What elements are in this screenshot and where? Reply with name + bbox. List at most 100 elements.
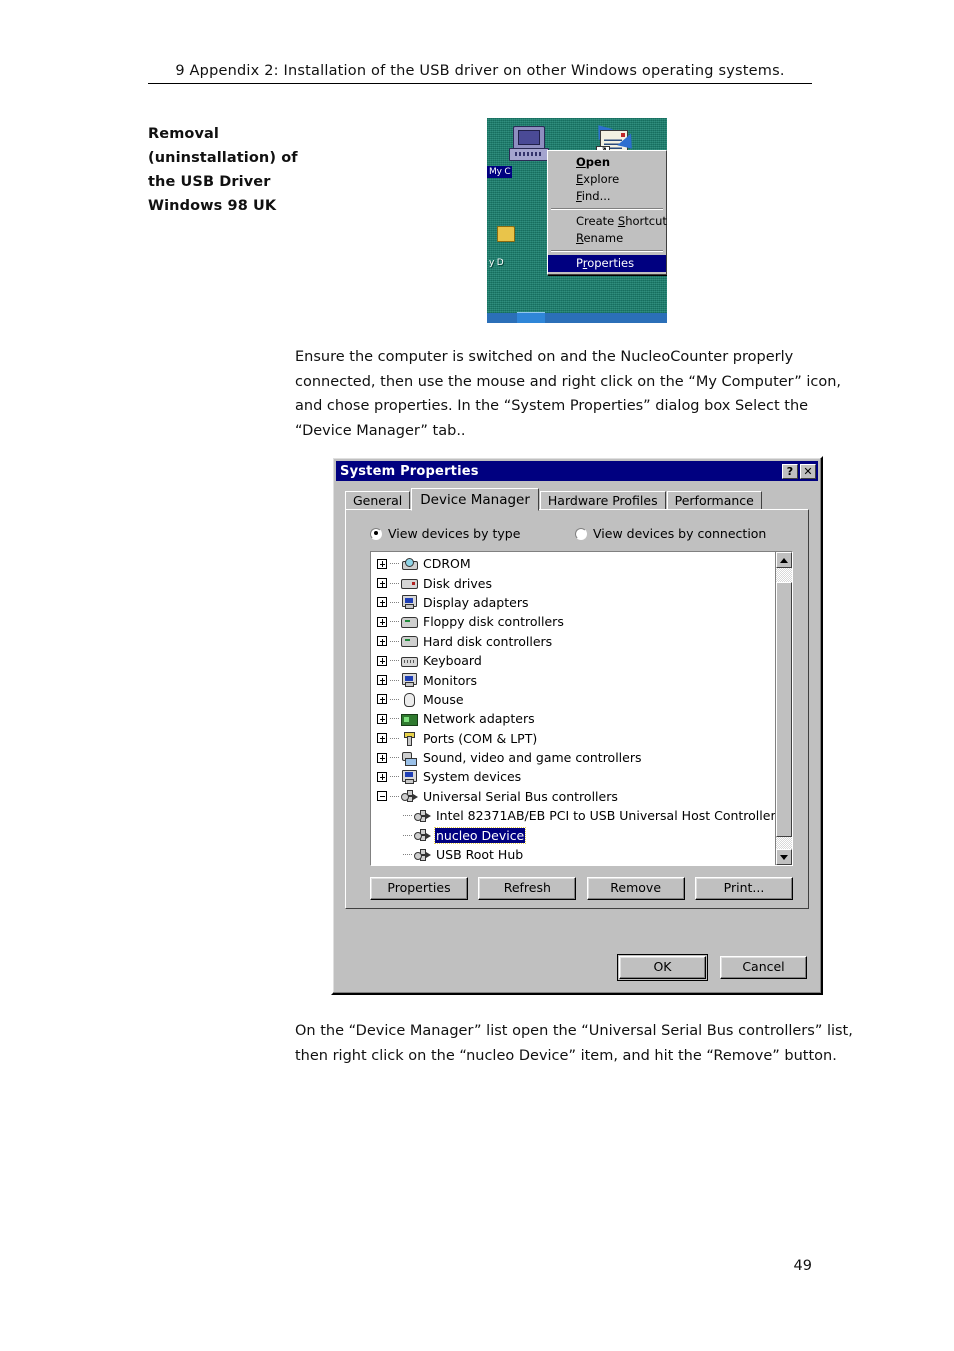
tree-row[interactable]: Mouse — [377, 690, 774, 709]
tree-row[interactable]: System devices — [377, 767, 774, 786]
expand-plus-icon[interactable] — [377, 771, 387, 782]
tree-label: USB Root Hub — [436, 847, 524, 863]
tree-row[interactable]: Keyboard — [377, 651, 774, 670]
context-menu-item-open[interactable]: Open — [548, 154, 666, 171]
radio-view-devices-by-type[interactable]: View devices by type — [370, 526, 575, 541]
tree-connector — [390, 621, 399, 623]
tree-row[interactable]: Intel 82371AB/EB PCI to USB Universal Ho… — [377, 806, 776, 825]
context-menu-item-explore[interactable]: Explore — [548, 171, 666, 188]
help-button[interactable]: ? — [782, 463, 798, 479]
print-button[interactable]: Print... — [694, 877, 793, 900]
disk-drive-icon — [401, 576, 418, 590]
tree-row[interactable]: Sound, video and game controllers — [377, 748, 774, 767]
tree-connector — [390, 757, 399, 759]
tree-label: Hard disk controllers — [423, 633, 553, 649]
tree-row[interactable]: Network adapters — [377, 709, 774, 728]
expand-plus-icon[interactable] — [377, 733, 387, 744]
tree-connector — [390, 795, 399, 797]
tree-row[interactable]: USB Root Hub — [377, 845, 774, 864]
sound-icon — [401, 751, 417, 766]
system-properties-dialog: System Properties ? ✕ General Device Man… — [331, 456, 823, 995]
tab-device-manager[interactable]: Device Manager — [411, 488, 539, 511]
scrollbar-track[interactable] — [776, 568, 792, 849]
tree-row[interactable]: Monitors — [377, 670, 774, 689]
expand-plus-icon[interactable] — [377, 694, 387, 705]
scroll-down-button[interactable] — [776, 849, 792, 865]
tab-performance[interactable]: Performance — [666, 491, 762, 510]
tree-row[interactable]: Floppy disk controllers — [377, 612, 774, 631]
tab-general[interactable]: General — [345, 491, 411, 510]
tree-connector — [390, 698, 399, 700]
screen-shape — [518, 130, 540, 145]
remove-button[interactable]: Remove — [586, 877, 685, 900]
cancel-button[interactable]: Cancel — [720, 956, 807, 979]
radio-indicator-connection[interactable] — [575, 527, 587, 540]
instruction-paragraph-2: On the “Device Manager” list open the “U… — [295, 1023, 853, 1064]
expand-plus-icon[interactable] — [377, 636, 387, 647]
context-menu-item-create-shortcut[interactable]: Create Shortcut — [548, 213, 667, 230]
tree-row-usb-controllers[interactable]: Universal Serial Bus controllers — [377, 787, 774, 806]
tree-label: Keyboard — [423, 653, 482, 669]
radio-indicator-type[interactable] — [370, 527, 382, 540]
page-number: 49 — [793, 1258, 812, 1274]
expand-plus-icon[interactable] — [377, 558, 387, 569]
tree-label: Universal Serial Bus controllers — [423, 788, 618, 804]
context-menu-item-find[interactable]: Find... — [548, 188, 666, 205]
scrollbar-thumb[interactable] — [776, 582, 792, 837]
tree-connector — [403, 854, 412, 856]
properties-button[interactable]: Properties — [370, 877, 468, 900]
network-icon — [401, 712, 418, 726]
expand-plus-icon[interactable] — [377, 752, 387, 763]
monitor-icon — [401, 769, 417, 784]
figure-desktop-context-menu: My C y D Open Explore Find... Create Sho… — [487, 118, 667, 323]
usb-icon — [414, 848, 431, 862]
tree-row[interactable]: Hard disk controllers — [377, 632, 774, 651]
tree-connector — [390, 737, 399, 739]
context-menu-item-properties[interactable]: Properties — [548, 255, 666, 272]
tree-row-nucleo-device[interactable]: nucleo Device — [377, 825, 774, 844]
expand-plus-icon[interactable] — [377, 675, 387, 686]
close-button[interactable]: ✕ — [800, 463, 816, 479]
running-head: 9 Appendix 2: Installation of the USB dr… — [148, 60, 812, 84]
tree-label: Sound, video and game controllers — [423, 750, 642, 766]
context-menu-item-rename[interactable]: Rename — [548, 230, 666, 247]
tree-row[interactable]: Disk drives — [377, 573, 774, 592]
dialog-title: System Properties — [340, 463, 479, 479]
tab-hardware-profiles[interactable]: Hardware Profiles — [539, 491, 666, 510]
my-documents-label: y D — [489, 258, 504, 268]
tree-connector — [390, 776, 399, 778]
device-action-buttons: Properties Refresh Remove Print... — [370, 877, 793, 900]
expand-plus-icon[interactable] — [377, 578, 387, 589]
ok-button[interactable]: OK — [617, 954, 708, 981]
scroll-up-button[interactable] — [776, 552, 792, 568]
chevron-down-icon — [780, 855, 788, 860]
refresh-button[interactable]: Refresh — [478, 877, 577, 900]
drive-slots-shape — [515, 152, 543, 156]
context-menu[interactable]: Open Explore Find... Create Shortcut Ren… — [547, 150, 667, 275]
instruction-paragraph-1: Ensure the computer is switched on and t… — [295, 349, 842, 439]
tree-row[interactable]: CDROM — [377, 554, 774, 573]
monitor-icon — [401, 595, 417, 610]
tree-row[interactable]: Ports (COM & LPT) — [377, 729, 774, 748]
expand-plus-icon[interactable] — [377, 616, 387, 627]
my-computer-icon[interactable] — [507, 124, 551, 168]
vertical-scrollbar[interactable] — [775, 552, 792, 865]
expand-plus-icon[interactable] — [377, 597, 387, 608]
expand-plus-icon[interactable] — [377, 713, 387, 724]
context-menu-separator — [551, 208, 663, 210]
dialog-footer: OK Cancel — [617, 954, 807, 981]
folder-icon[interactable] — [497, 226, 515, 242]
tree-connector — [390, 563, 399, 565]
expand-plus-icon[interactable] — [377, 655, 387, 666]
radio-view-devices-by-connection[interactable]: View devices by connection — [575, 526, 766, 541]
device-tree-listbox[interactable]: CDROM Disk drives Display adapters Flopp… — [370, 551, 793, 866]
radio-label-connection: View devices by connection — [593, 526, 767, 541]
tree-row[interactable]: Display adapters — [377, 593, 774, 612]
tree-connector — [403, 834, 412, 836]
my-computer-label: My C — [487, 166, 513, 178]
collapse-minus-icon[interactable] — [377, 791, 387, 802]
tree-label: Display adapters — [423, 594, 529, 610]
taskbar-item — [517, 312, 545, 323]
tree-label: Ports (COM & LPT) — [423, 730, 538, 746]
usb-icon — [414, 828, 431, 842]
